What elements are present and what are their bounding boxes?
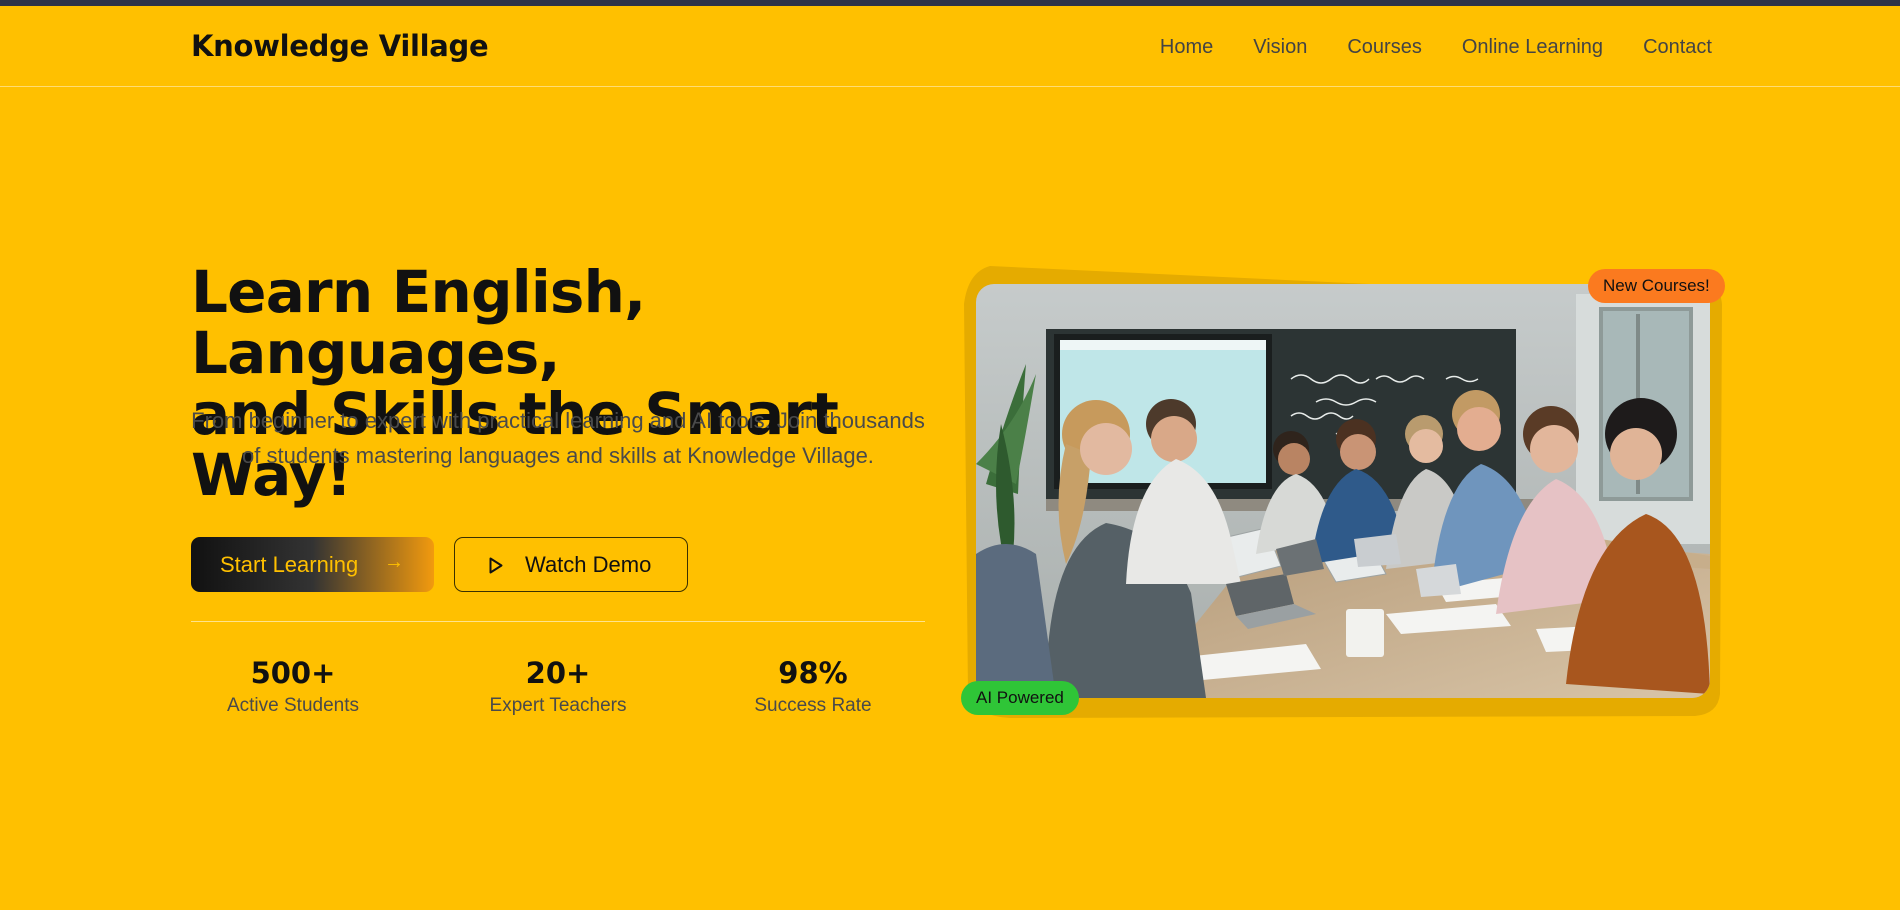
start-learning-button[interactable]: Start Learning →	[191, 537, 434, 592]
hero-title-line-1: Learn English, Languages,	[191, 258, 646, 387]
stat-value: 98%	[778, 656, 848, 690]
start-learning-label: Start Learning	[220, 551, 359, 577]
hero-media	[960, 264, 1730, 724]
play-icon	[489, 557, 503, 574]
arrow-right-icon: →	[384, 551, 404, 573]
stat-value: 20+	[525, 656, 591, 690]
stats-row: 500+ Active Students 20+ Expert Teachers…	[191, 654, 925, 724]
watch-demo-button[interactable]: Watch Demo	[454, 537, 688, 592]
new-courses-badge: New Courses!	[1588, 269, 1725, 303]
nav-courses[interactable]: Courses	[1347, 36, 1421, 59]
main-nav: Home Vision Courses Online Learning Cont…	[1160, 36, 1712, 59]
hero-subtitle: From beginner to expert with practical l…	[191, 408, 925, 468]
nav-contact[interactable]: Contact	[1643, 36, 1712, 59]
stat-success-rate: 98% Success Rate	[713, 654, 913, 717]
watch-demo-label: Watch Demo	[525, 552, 652, 577]
stat-label: Expert Teachers	[489, 695, 627, 716]
nav-home[interactable]: Home	[1160, 36, 1213, 59]
stat-label: Active Students	[226, 695, 360, 716]
stat-label: Success Rate	[754, 695, 872, 716]
classroom-illustration	[976, 284, 1710, 698]
classroom-photo	[976, 284, 1710, 698]
stat-value: 500+	[250, 656, 336, 690]
stat-expert-teachers: 20+ Expert Teachers	[458, 654, 658, 717]
nav-online-learning[interactable]: Online Learning	[1462, 36, 1603, 59]
nav-vision[interactable]: Vision	[1253, 36, 1307, 59]
stat-active-students: 500+ Active Students	[193, 654, 393, 717]
stats-divider	[191, 621, 925, 622]
brand-logo[interactable]: Knowledge Village	[191, 29, 489, 63]
ai-powered-badge: AI Powered	[961, 681, 1079, 715]
site-header: Knowledge Village Home Vision Courses On…	[0, 6, 1900, 87]
